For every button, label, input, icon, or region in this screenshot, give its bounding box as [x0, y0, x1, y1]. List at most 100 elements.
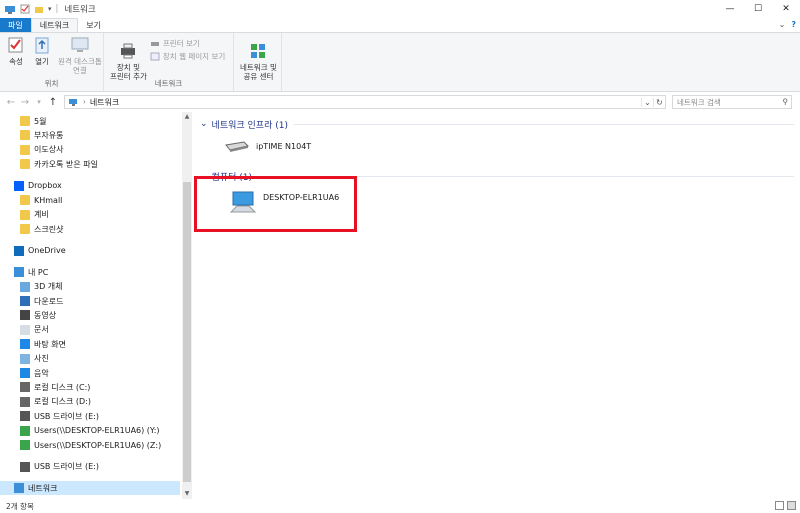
nav-item[interactable]: Users(\\DESKTOP-ELR1UA6) (Z:): [0, 438, 180, 452]
nav-item-label: 이도상사: [34, 145, 64, 155]
nav-item[interactable]: 네트워크: [0, 481, 180, 496]
section-header-infrastructure[interactable]: ⌄ 네트워크 인프라 (1): [200, 117, 288, 131]
open-label: 열기: [35, 57, 49, 66]
quick-access-toolbar: ▾ |: [0, 3, 58, 15]
nav-item-label: 바탕 화면: [34, 339, 66, 349]
search-input[interactable]: 네트워크 검색 ⚲: [672, 95, 792, 109]
nav-item[interactable]: OneDrive: [0, 244, 180, 258]
nav-item-label: USB 드라이브 (E:): [34, 411, 99, 421]
nav-item-label: 카카오톡 받은 파일: [34, 159, 98, 169]
recent-locations-button[interactable]: ▾: [32, 98, 46, 106]
folder-icon: [20, 195, 30, 206]
scroll-up-icon[interactable]: ▲: [182, 112, 192, 122]
nav-item[interactable]: USB 드라이브 (E:): [0, 409, 180, 423]
view-printers-icon: [150, 42, 159, 46]
nav-item[interactable]: 카카오톡 받은 파일: [0, 157, 180, 171]
device-label-desktop: DESKTOP-ELR1UA6: [263, 192, 340, 202]
nav-scrollbar[interactable]: ▲ ▼: [182, 112, 192, 499]
nav-item[interactable]: 3D 개체: [0, 280, 180, 294]
section-header-computer[interactable]: ⌄ 컴퓨터 (1): [200, 169, 252, 183]
nav-item[interactable]: 다운로드: [0, 294, 180, 308]
nav-item-label: 음악: [34, 368, 49, 378]
network-breadcrumb-icon: [69, 98, 77, 106]
nav-item[interactable]: Dropbox: [0, 179, 180, 193]
back-button[interactable]: ←: [4, 97, 18, 108]
onedrive-icon: [14, 245, 24, 256]
nav-item[interactable]: 바탕 화면: [0, 337, 180, 351]
nav-item[interactable]: 문서: [0, 323, 180, 337]
nav-item[interactable]: 사진: [0, 352, 180, 366]
network-sharing-center-icon: [251, 44, 266, 58]
ribbon-help-area: ⌄ ?: [779, 20, 796, 29]
nav-item[interactable]: USB 드라이브 (E:): [0, 460, 180, 474]
breadcrumb-network[interactable]: 네트워크: [90, 97, 119, 108]
folder-icon: [20, 224, 30, 234]
device-desktop-computer[interactable]: DESKTOP-ELR1UA6: [229, 190, 339, 216]
device-iptime-router[interactable]: ipTIME N104T: [224, 139, 311, 153]
view-printers-label: 프린터 보기: [162, 39, 200, 48]
computer-icon: [229, 191, 257, 213]
drive-icon: [20, 396, 30, 407]
view-device-webpage-button[interactable]: 장치 웹 페이지 보기: [150, 51, 225, 62]
network-sharing-center-button[interactable]: 네트워크 및 공유 센터: [237, 35, 280, 91]
scroll-thumb[interactable]: [183, 182, 191, 482]
scroll-down-icon[interactable]: ▼: [182, 489, 192, 499]
nav-item[interactable]: 이도상사: [0, 143, 180, 157]
section-divider: [254, 176, 794, 177]
folder-icon: [20, 130, 30, 141]
view-toggles: [775, 501, 796, 510]
usb-drive-icon: [20, 411, 30, 422]
breadcrumb-chevron-icon[interactable]: ›: [83, 98, 86, 106]
section-title-computer: 컴퓨터 (1): [211, 172, 252, 183]
title-bar: ▾ | 네트워크 — ☐ ✕: [0, 0, 800, 18]
address-bar-actions: ⌄ ↻: [641, 96, 665, 108]
nav-item[interactable]: 계비: [0, 208, 180, 222]
view-printers-button[interactable]: 프린터 보기: [150, 38, 225, 49]
help-icon[interactable]: ?: [791, 20, 796, 29]
nav-item[interactable]: KHmall: [0, 193, 180, 207]
up-button[interactable]: ↑: [46, 97, 60, 108]
nav-item-label: KHmall: [34, 195, 63, 205]
ribbon-group-sharing: 네트워크 및 공유 센터: [234, 33, 282, 91]
nav-item-label: 문서: [34, 325, 49, 335]
download-icon: [20, 296, 30, 306]
music-icon: [20, 368, 30, 378]
maximize-icon: ☐: [753, 4, 763, 14]
tab-view[interactable]: 보기: [78, 18, 109, 32]
properties-qat-icon[interactable]: [20, 4, 30, 14]
nav-item-label: 동영상: [34, 310, 57, 320]
navigation-bar: ← → ▾ ↑ › 네트워크 ⌄ ↻ 네트워크 검색 ⚲: [0, 92, 800, 112]
nav-item[interactable]: 스크린샷: [0, 222, 180, 236]
document-icon: [20, 324, 30, 335]
nav-item[interactable]: Users(\\DESKTOP-ELR1UA6) (Y:): [0, 424, 180, 438]
qat-dropdown-icon[interactable]: ▾: [48, 5, 52, 13]
address-bar[interactable]: › 네트워크 ⌄ ↻: [64, 95, 666, 109]
minimize-button[interactable]: —: [716, 0, 744, 18]
close-button[interactable]: ✕: [772, 0, 800, 18]
nav-item[interactable]: 동영상: [0, 308, 180, 322]
tab-file[interactable]: 파일: [0, 18, 31, 32]
new-folder-qat-icon[interactable]: [34, 4, 44, 14]
refresh-icon[interactable]: ↻: [653, 97, 665, 107]
forward-button[interactable]: →: [18, 97, 32, 108]
printer-icon: [121, 43, 136, 59]
expand-ribbon-icon[interactable]: ⌄: [779, 20, 786, 29]
nav-item-label: 3D 개체: [34, 282, 63, 292]
nav-item[interactable]: 5월: [0, 114, 180, 128]
folder-icon: [20, 159, 30, 170]
collapse-chevron-icon: ⌄: [200, 119, 208, 129]
nav-item-label: USB 드라이브 (E:): [34, 462, 99, 472]
details-view-icon[interactable]: [775, 501, 784, 510]
nav-item[interactable]: 음악: [0, 366, 180, 380]
collapse-chevron-icon: ⌄: [200, 171, 208, 181]
maximize-button[interactable]: ☐: [744, 0, 772, 18]
tab-network[interactable]: 네트워크: [30, 18, 79, 32]
nav-item[interactable]: 로컬 디스크 (C:): [0, 380, 180, 394]
address-dropdown-icon[interactable]: ⌄: [641, 97, 653, 107]
nav-item[interactable]: 내 PC: [0, 265, 180, 279]
large-icons-view-icon[interactable]: [787, 501, 796, 510]
nav-item[interactable]: 로컬 디스크 (D:): [0, 395, 180, 409]
device-label-iptime: ipTIME N104T: [256, 141, 312, 151]
nav-item[interactable]: 부자유통: [0, 128, 180, 142]
open-icon: [35, 37, 49, 54]
